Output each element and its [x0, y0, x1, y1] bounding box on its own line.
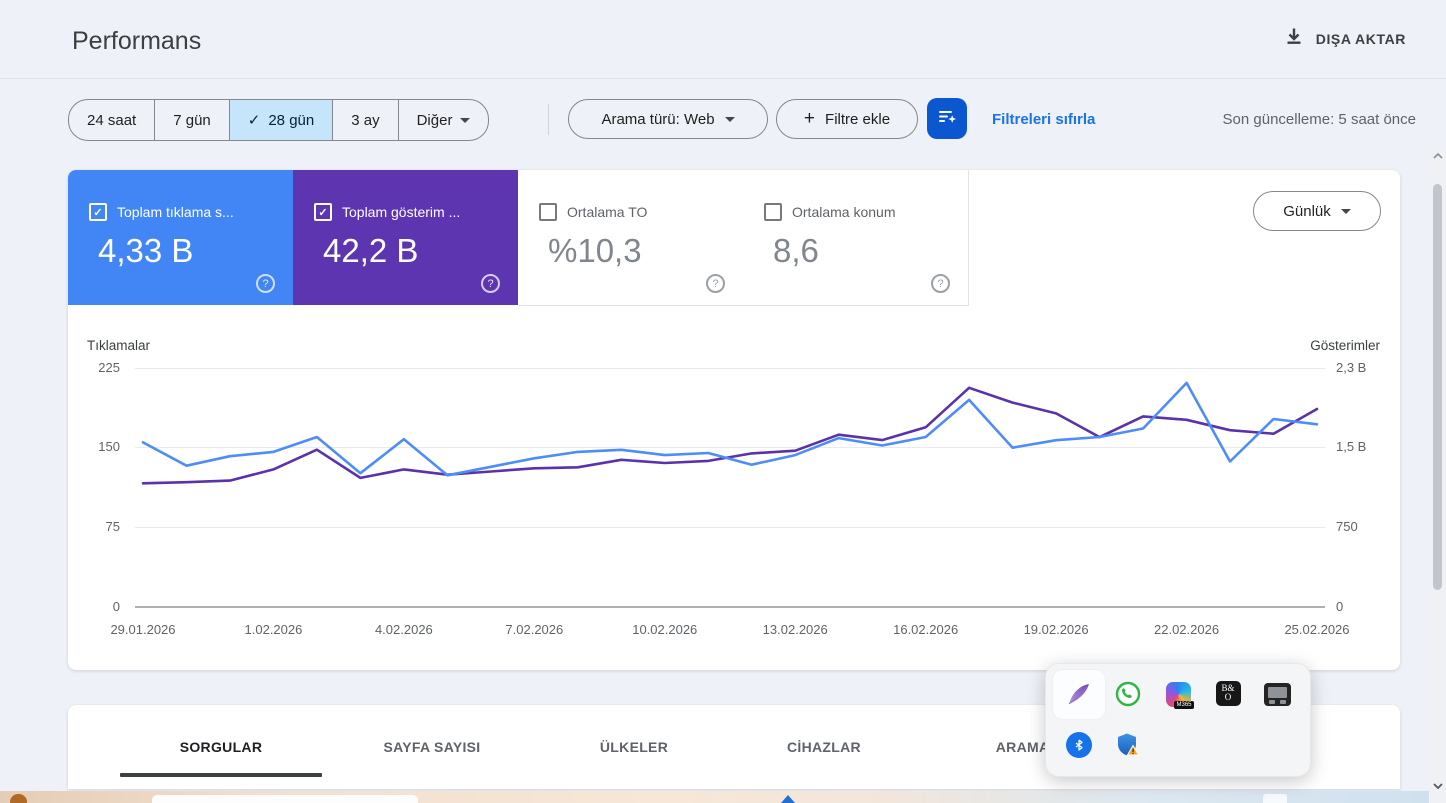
chevron-down-icon [460, 117, 471, 123]
x-axis-tick-label: 29.01.2026 [110, 622, 176, 637]
security-shield-warning-icon[interactable] [1113, 730, 1143, 760]
tab-countries[interactable]: ÜLKELER [542, 705, 726, 789]
x-axis-tick-label: 13.02.2026 [762, 622, 828, 637]
impressions-line [141, 386, 1319, 485]
export-button[interactable]: DIŞA AKTAR [1284, 26, 1406, 51]
download-icon [1284, 26, 1304, 51]
last-update-text: Son güncelleme: 5 saat önce [1222, 111, 1416, 128]
export-label: DIŞA AKTAR [1315, 30, 1406, 47]
m365-badge: M365 [1174, 700, 1194, 709]
clicks-line [141, 381, 1319, 477]
taskbar-app-icon[interactable] [10, 794, 27, 803]
bang-olufsen-icon[interactable]: B& O [1213, 678, 1243, 708]
add-filter-button[interactable]: + Filtre ekle [776, 99, 918, 139]
search-type-dropdown[interactable]: Arama türü: Web [568, 99, 768, 139]
range-24h[interactable]: 24 saat [69, 100, 156, 140]
taskbar-tray-item[interactable] [1263, 794, 1287, 803]
tab-pages[interactable]: SAYFA SAYISI [322, 705, 542, 789]
taskbar-search-pill[interactable] [152, 795, 418, 803]
x-axis-tick-label: 7.02.2026 [505, 622, 564, 637]
active-tab-indicator [120, 773, 322, 777]
header-divider [0, 78, 1446, 79]
plus-icon: + [803, 108, 816, 129]
filter-sparkle-icon [936, 105, 958, 132]
x-axis-tick-label: 4.02.2026 [374, 622, 433, 637]
date-range-selector: 24 saat 7 gün ✓ 28 gün 3 ay Diğer [68, 99, 490, 141]
scrollbar-thumb[interactable] [1433, 184, 1442, 590]
tab-devices[interactable]: CİHAZLAR [726, 705, 922, 789]
taskbar-center-icon[interactable] [781, 795, 795, 803]
x-axis-tick-label: 22.02.2026 [1154, 622, 1220, 637]
scrollbar[interactable] [1429, 148, 1446, 803]
x-axis-tick-label: 19.02.2026 [1023, 622, 1089, 637]
filter-bar-divider [548, 104, 549, 135]
whatsapp-icon[interactable] [1113, 679, 1143, 709]
reset-filters-link[interactable]: Filtreleri sıfırla [992, 111, 1095, 128]
system-tray-popup: M365 B& O [1045, 663, 1311, 777]
bluetooth-icon[interactable] [1064, 730, 1094, 760]
performance-card: ✓ Toplam tıklama s... 4,33 B ? ✓ Toplam … [68, 170, 1400, 670]
x-axis-tick-label: 16.02.2026 [893, 622, 959, 637]
taskbar-strip [0, 791, 1446, 803]
smart-filter-button[interactable] [927, 98, 967, 139]
range-3m[interactable]: 3 ay [333, 100, 399, 140]
range-28d[interactable]: ✓ 28 gün [229, 100, 334, 140]
microsoft-365-copilot-icon[interactable]: M365 [1163, 679, 1194, 709]
x-axis-tick-label: 1.02.2026 [244, 622, 303, 637]
pen-app-icon[interactable] [1064, 679, 1094, 709]
scrollbar-up-arrow[interactable] [1429, 148, 1446, 164]
chevron-down-icon [724, 116, 735, 122]
check-icon: ✓ [247, 112, 261, 129]
range-other-dropdown[interactable]: Diğer [399, 100, 489, 140]
range-7d[interactable]: 7 gün [155, 100, 230, 140]
x-axis-tick-label: 10.02.2026 [632, 622, 698, 637]
performance-line-chart[interactable] [68, 170, 1400, 670]
scrollbar-down-arrow[interactable] [1429, 778, 1446, 794]
x-axis-tick-label: 25.02.2026 [1284, 622, 1350, 637]
display-device-icon[interactable] [1262, 679, 1292, 709]
page-title: Performans [72, 27, 202, 55]
